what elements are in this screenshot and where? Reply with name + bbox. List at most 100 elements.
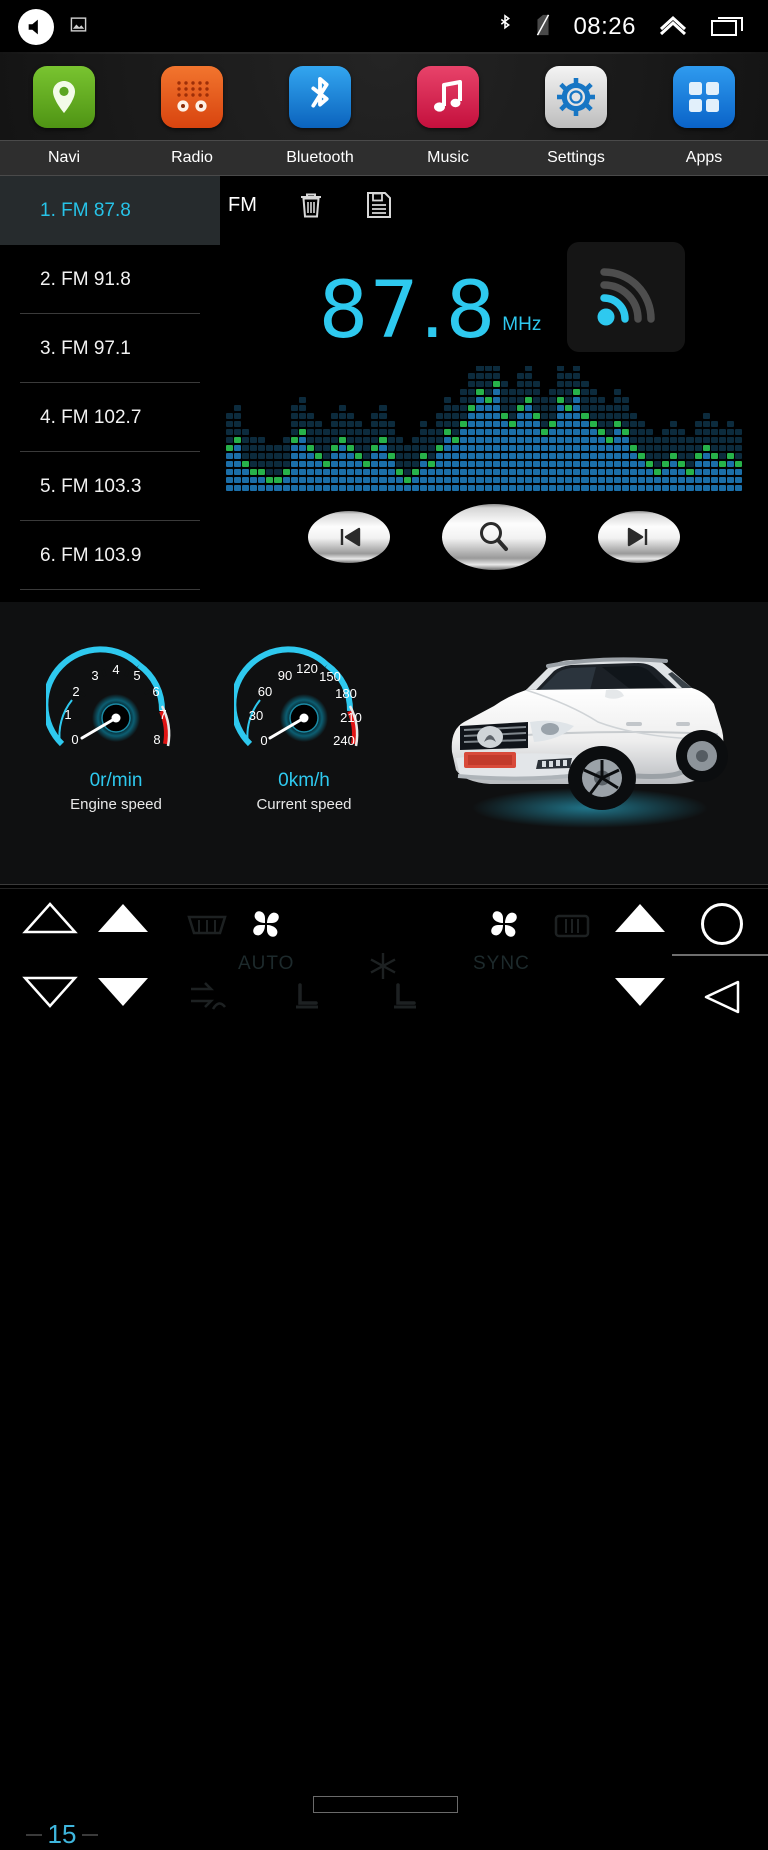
- preset-item-3[interactable]: 3. FM 97.1: [0, 314, 220, 383]
- volume-up-button[interactable]: [612, 901, 668, 940]
- spectrum-cell: [290, 485, 298, 491]
- fan-blower-right-icon[interactable]: [484, 905, 524, 948]
- back-triangle-icon[interactable]: [698, 979, 744, 1020]
- rear-defrost-icon[interactable]: [553, 911, 591, 948]
- preset-item-2[interactable]: 2. FM 91.8: [0, 245, 220, 314]
- spectrum-cell: [621, 485, 629, 491]
- spectrum-cell: [226, 461, 234, 467]
- preset-item-5[interactable]: 5. FM 103.3: [0, 452, 220, 521]
- app-label-bluetooth[interactable]: Bluetooth: [256, 141, 384, 175]
- seat-heater-right-icon[interactable]: [386, 981, 422, 1020]
- app-shortcut-settings[interactable]: [512, 54, 640, 140]
- spectrum-cell: [581, 405, 589, 411]
- app-label-apps[interactable]: Apps: [640, 141, 768, 175]
- spectrum-cell: [452, 405, 460, 411]
- next-station-button[interactable]: [598, 511, 680, 563]
- spectrum-cell: [613, 405, 621, 411]
- svg-text:0: 0: [71, 732, 78, 747]
- fan-speed-bar[interactable]: [313, 1796, 458, 1813]
- volume-down-button[interactable]: [612, 975, 668, 1014]
- spectrum-cell: [605, 469, 613, 475]
- front-defrost-icon[interactable]: [185, 911, 229, 950]
- passenger-temp-up-button[interactable]: [95, 901, 151, 940]
- spectrum-column: [621, 397, 629, 491]
- radio-toolbar: FM: [228, 190, 393, 220]
- svg-text:240: 240: [333, 733, 355, 748]
- app-label-music[interactable]: Music: [384, 141, 512, 175]
- spectrum-cell: [460, 477, 468, 483]
- preset-item-4[interactable]: 4. FM 102.7: [0, 383, 220, 452]
- app-label-navi[interactable]: Navi: [0, 141, 128, 175]
- auto-label[interactable]: AUTO: [238, 953, 294, 975]
- air-recirculate-icon[interactable]: [185, 979, 229, 1018]
- spectrum-cell: [597, 453, 605, 459]
- app-shortcut-apps[interactable]: [640, 54, 768, 140]
- spectrum-cell: [460, 485, 468, 491]
- spectrum-cell: [589, 485, 597, 491]
- radio-band-label[interactable]: FM: [228, 194, 257, 217]
- spectrum-cell: [282, 477, 290, 483]
- app-label-settings[interactable]: Settings: [512, 141, 640, 175]
- passenger-temp-down-button[interactable]: [95, 975, 151, 1014]
- save-floppy-icon[interactable]: [365, 190, 393, 220]
- spectrum-cell: [734, 437, 742, 443]
- driver-temp-down-button[interactable]: [22, 975, 78, 1014]
- spectrum-cell: [492, 405, 500, 411]
- spectrum-cell: [662, 445, 670, 451]
- spectrum-cell: [589, 477, 597, 483]
- spectrum-cell: [266, 453, 274, 459]
- spectrum-cell: [347, 429, 355, 435]
- spectrum-cell: [395, 469, 403, 475]
- recent-apps-icon[interactable]: [710, 12, 746, 43]
- screenshot-image-icon[interactable]: [70, 16, 87, 38]
- preset-item-1[interactable]: 1. FM 87.8: [0, 176, 220, 245]
- spectrum-cell: [460, 469, 468, 475]
- preset-item-6[interactable]: 6. FM 103.9: [0, 521, 220, 590]
- app-shortcut-bluetooth[interactable]: [256, 54, 384, 140]
- volume-speaker-icon[interactable]: [18, 9, 54, 45]
- preset-label: 4. FM 102.7: [40, 406, 142, 428]
- spectrum-cell: [436, 469, 444, 475]
- spectrum-cell: [573, 381, 581, 387]
- spectrum-cell: [573, 469, 581, 475]
- spectrum-cell: [597, 445, 605, 451]
- spectrum-cell: [339, 413, 347, 419]
- fan-blower-left-icon[interactable]: [246, 905, 286, 948]
- spectrum-cell: [565, 469, 573, 475]
- home-circle-icon[interactable]: [701, 903, 743, 945]
- spectrum-cell: [460, 405, 468, 411]
- previous-station-button[interactable]: [308, 511, 390, 563]
- spectrum-cell: [298, 485, 306, 491]
- spectrum-column: [476, 366, 484, 491]
- spectrum-cell: [654, 485, 662, 491]
- spectrum-cell: [524, 469, 532, 475]
- spectrum-cell: [613, 445, 621, 451]
- trash-icon[interactable]: [297, 190, 325, 220]
- spectrum-cell: [395, 453, 403, 459]
- app-shortcut-radio[interactable]: [128, 54, 256, 140]
- seat-heater-left-icon[interactable]: [288, 981, 324, 1020]
- scan-search-button[interactable]: [442, 504, 546, 570]
- app-shortcut-navi[interactable]: [0, 54, 128, 140]
- spectrum-cell: [387, 461, 395, 467]
- spectrum-cell: [621, 477, 629, 483]
- spectrum-cell: [306, 461, 314, 467]
- spectrum-column: [710, 421, 718, 491]
- sync-label[interactable]: SYNC: [473, 953, 530, 975]
- status-bar-right-group: 08:26: [497, 12, 768, 43]
- driver-temp-up-button[interactable]: [22, 901, 78, 940]
- spectrum-cell: [452, 485, 460, 491]
- spectrum-cell: [654, 477, 662, 483]
- spectrum-cell: [427, 429, 436, 435]
- app-label-radio[interactable]: Radio: [128, 141, 256, 175]
- spectrum-cell: [734, 461, 742, 467]
- spectrum-column: [629, 413, 637, 491]
- spectrum-cell: [339, 437, 347, 443]
- app-shortcut-music[interactable]: [384, 54, 512, 140]
- spectrum-cell: [436, 421, 444, 427]
- spectrum-cell: [250, 461, 258, 467]
- spectrum-cell: [524, 445, 532, 451]
- spectrum-cell: [621, 397, 629, 403]
- preset-label: 2. FM 91.8: [40, 268, 131, 290]
- chevron-up-icon[interactable]: [658, 14, 688, 41]
